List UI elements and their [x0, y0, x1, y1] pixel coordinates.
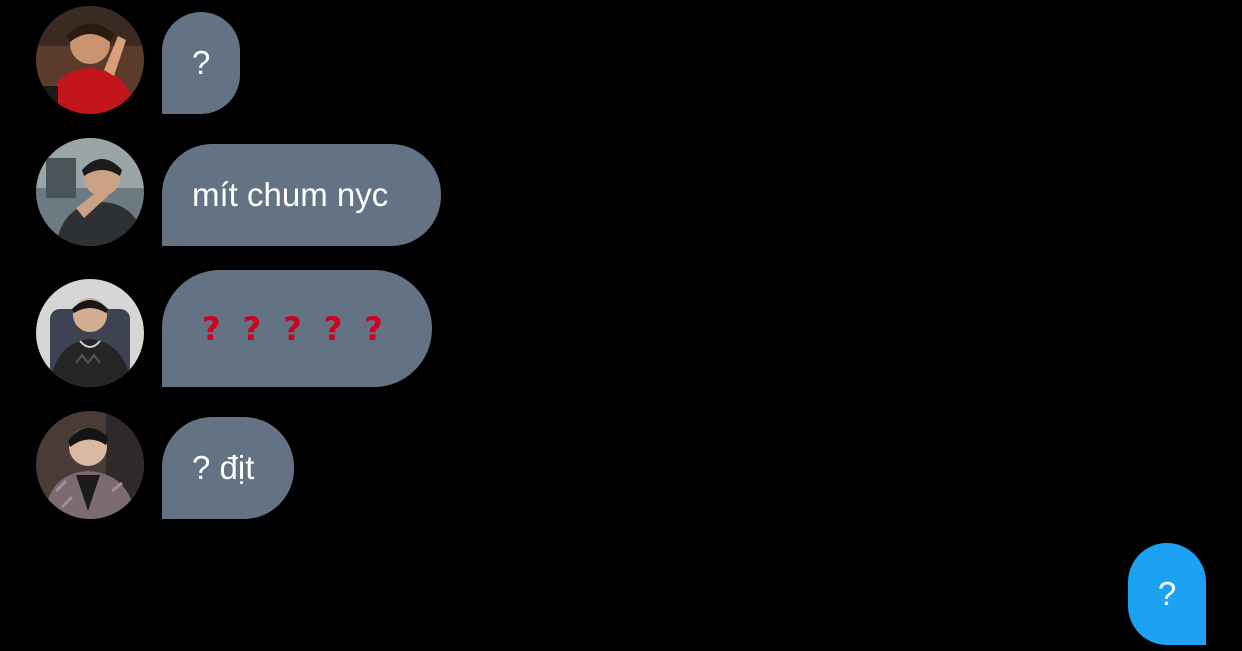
message-bubble[interactable]: ? [162, 12, 240, 114]
question-mark: ? [323, 309, 343, 348]
avatar[interactable] [36, 138, 144, 246]
avatar[interactable] [36, 411, 144, 519]
avatar[interactable] [36, 6, 144, 114]
message-bubble[interactable]: ? địt [162, 417, 294, 519]
question-marks: ? ? ? ? ? [192, 310, 383, 348]
my-message-bubble[interactable]: ? [1128, 543, 1206, 645]
question-mark: ? [242, 309, 262, 348]
question-mark: ? [364, 309, 383, 348]
message-text: mít chum nyc [192, 176, 389, 213]
chat-thread: ? mít chum nyc ? ? ? ? ? ? địt ? [0, 0, 1242, 651]
avatar[interactable] [36, 279, 144, 387]
message-text: ? [192, 44, 211, 81]
message-text: ? [1157, 575, 1177, 612]
message-bubble[interactable]: mít chum nyc [162, 144, 441, 246]
avatar-photo [36, 6, 144, 114]
question-mark: ? [202, 309, 221, 348]
message-text: ? địt [192, 449, 255, 486]
avatar-photo [36, 279, 144, 387]
question-mark: ? [283, 309, 302, 348]
avatar-photo [36, 411, 144, 519]
message-bubble[interactable]: ? ? ? ? ? [162, 270, 432, 387]
avatar-photo [36, 138, 144, 246]
